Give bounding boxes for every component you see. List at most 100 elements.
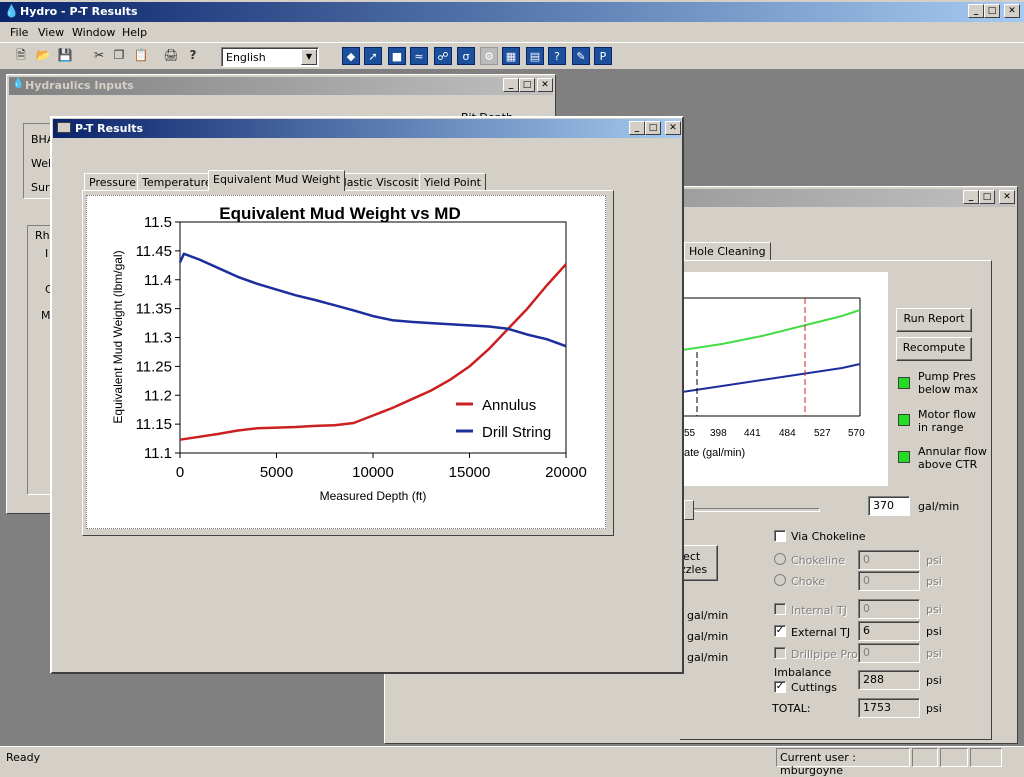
question-icon[interactable]: ?: [548, 47, 566, 65]
recompute-button[interactable]: Recompute: [896, 337, 972, 361]
flow-axis-label: ate (gal/min): [684, 447, 745, 459]
window-icon: [57, 122, 71, 133]
via-chokeline-checkbox[interactable]: [774, 530, 786, 542]
close-button[interactable]: ✕: [1004, 4, 1020, 18]
menu-file[interactable]: File: [10, 26, 28, 39]
flow-rate-slider-thumb[interactable]: [684, 500, 694, 520]
status-bar: Ready Current user : mburgoyne: [0, 746, 1024, 777]
pump-pres-indicator: [898, 377, 910, 389]
y-axis-label: Equivalent Mud Weight (lbm/gal): [111, 250, 125, 423]
copy-icon[interactable]: ❐: [110, 46, 128, 64]
chart-icon[interactable]: ▤: [526, 47, 544, 65]
dropdown-arrow-icon[interactable]: ▼: [301, 49, 317, 65]
help-icon[interactable]: ?: [184, 46, 202, 64]
cuttings-label: Cuttings: [791, 681, 838, 694]
flow-rate-unit: gal/min: [918, 500, 960, 513]
close-button[interactable]: ✕: [537, 78, 553, 92]
gal-min-label-3: gal/min: [687, 651, 729, 664]
flow-rate-slider-track[interactable]: [686, 508, 820, 512]
pump-pres-label-1: Pump Pres: [918, 370, 976, 383]
grid-icon[interactable]: ▦: [502, 47, 520, 65]
minimize-button[interactable]: _: [503, 78, 519, 92]
flow-rate-input[interactable]: 370: [868, 496, 910, 516]
choke-label: Choke: [791, 575, 826, 588]
save-icon[interactable]: 💾: [56, 46, 74, 64]
y-tick-label: 11.35: [136, 301, 172, 318]
flow-rate-chart: 55 398 441 484 527 570 ate (gal/min): [682, 272, 888, 486]
print-preview-icon[interactable]: P: [594, 47, 612, 65]
minimize-button[interactable]: _: [963, 190, 979, 204]
x-tick-label: 15000: [449, 464, 491, 481]
cuttings-field: 288: [858, 670, 920, 690]
cuttings-checkbox[interactable]: ✓: [774, 681, 786, 693]
via-chokeline-label: Via Chokeline: [791, 530, 866, 543]
hydraulics-title-bar: 💧 Hydraulics Inputs _ □ ✕: [9, 77, 553, 95]
open-folder-icon[interactable]: 📂: [34, 46, 52, 64]
annular-flow-label-2: above CTR: [918, 458, 978, 471]
flow-tick-3: 484: [779, 428, 796, 439]
maximize-button[interactable]: □: [979, 190, 995, 204]
emw-chart: Equivalent Mud Weight vs MD 11.111.1511.…: [111, 204, 587, 503]
y-tick-label: 11.2: [144, 387, 172, 404]
external-tj-field[interactable]: 6: [858, 621, 920, 641]
run-report-button[interactable]: Run Report: [896, 308, 972, 332]
tab-equivalent-mud-weight[interactable]: Equivalent Mud Weight: [208, 170, 346, 191]
tab-pressure[interactable]: Pressure: [84, 173, 141, 191]
close-button[interactable]: ✕: [665, 121, 681, 135]
internal-tj-field: 0: [858, 599, 920, 619]
menu-view[interactable]: View: [38, 26, 64, 39]
pump-pres-label-2: below max: [918, 383, 978, 396]
gal-min-label-2: gal/min: [687, 630, 729, 643]
external-tj-checkbox[interactable]: ✓: [774, 625, 786, 637]
plot-area: [179, 221, 567, 454]
language-value: English: [226, 51, 266, 64]
motor-flow-indicator: [898, 414, 910, 426]
flow-tick-0: 55: [684, 428, 696, 439]
flow-tick-5: 570: [848, 428, 865, 439]
cut-icon[interactable]: ✂: [90, 46, 108, 64]
x-tick-label: 20000: [545, 464, 587, 481]
status-panel-2: [912, 748, 938, 767]
globe-icon[interactable]: ☍: [434, 47, 452, 65]
new-file-icon[interactable]: 🗎: [12, 46, 30, 64]
x-tick-label: 5000: [260, 464, 293, 481]
tab-yield-point[interactable]: Yield Point: [419, 173, 486, 191]
minimize-button[interactable]: _: [968, 4, 984, 18]
maximize-button[interactable]: □: [519, 78, 535, 92]
temperature-icon[interactable]: σ: [457, 47, 475, 65]
tab-temperature[interactable]: Temperature: [137, 173, 217, 191]
language-select[interactable]: English ▼: [221, 47, 319, 67]
drillpipe-prot-field: 0: [858, 643, 920, 663]
pt-title: P-T Results: [75, 122, 144, 135]
fluid-icon[interactable]: ≈: [410, 47, 428, 65]
bha-icon[interactable]: ■: [388, 47, 406, 65]
app-title: Hydro - P-T Results: [20, 5, 138, 18]
legend-drill-string-label: Drill String: [482, 424, 551, 441]
flow-tick-4: 527: [814, 428, 831, 439]
wellbore-icon[interactable]: ◆: [342, 47, 360, 65]
menu-help[interactable]: Help: [122, 26, 147, 39]
inner-label-i: I: [45, 247, 49, 260]
menu-window[interactable]: Window: [72, 26, 115, 39]
y-tick-label: 11.3: [144, 330, 172, 347]
minimize-button[interactable]: _: [629, 121, 645, 135]
maximize-button[interactable]: □: [984, 4, 1000, 18]
flow-tick-2: 441: [744, 428, 761, 439]
tab-hole-cleaning[interactable]: Hole Cleaning: [684, 242, 771, 260]
paste-icon[interactable]: 📋: [132, 46, 150, 64]
chokeline-label: Chokeline: [791, 554, 845, 567]
y-tick-label: 11.1: [144, 445, 172, 462]
total-unit: psi: [926, 702, 942, 715]
maximize-button[interactable]: □: [645, 121, 661, 135]
tab-plastic-viscosity[interactable]: Plastic Viscosity: [332, 173, 430, 191]
total-label: TOTAL:: [772, 702, 811, 715]
close-button[interactable]: ✕: [999, 190, 1015, 204]
motor-flow-label-2: in range: [918, 421, 964, 434]
survey-icon[interactable]: ➚: [364, 47, 382, 65]
print-icon[interactable]: 🖨: [162, 46, 180, 64]
disabled-tool-icon: ⚙: [480, 47, 498, 65]
total-field: 1753: [858, 698, 920, 718]
select-nozzles-button[interactable]: lect zzles: [680, 545, 718, 581]
report-icon[interactable]: ✎: [572, 47, 590, 65]
external-tj-unit: psi: [926, 625, 942, 638]
